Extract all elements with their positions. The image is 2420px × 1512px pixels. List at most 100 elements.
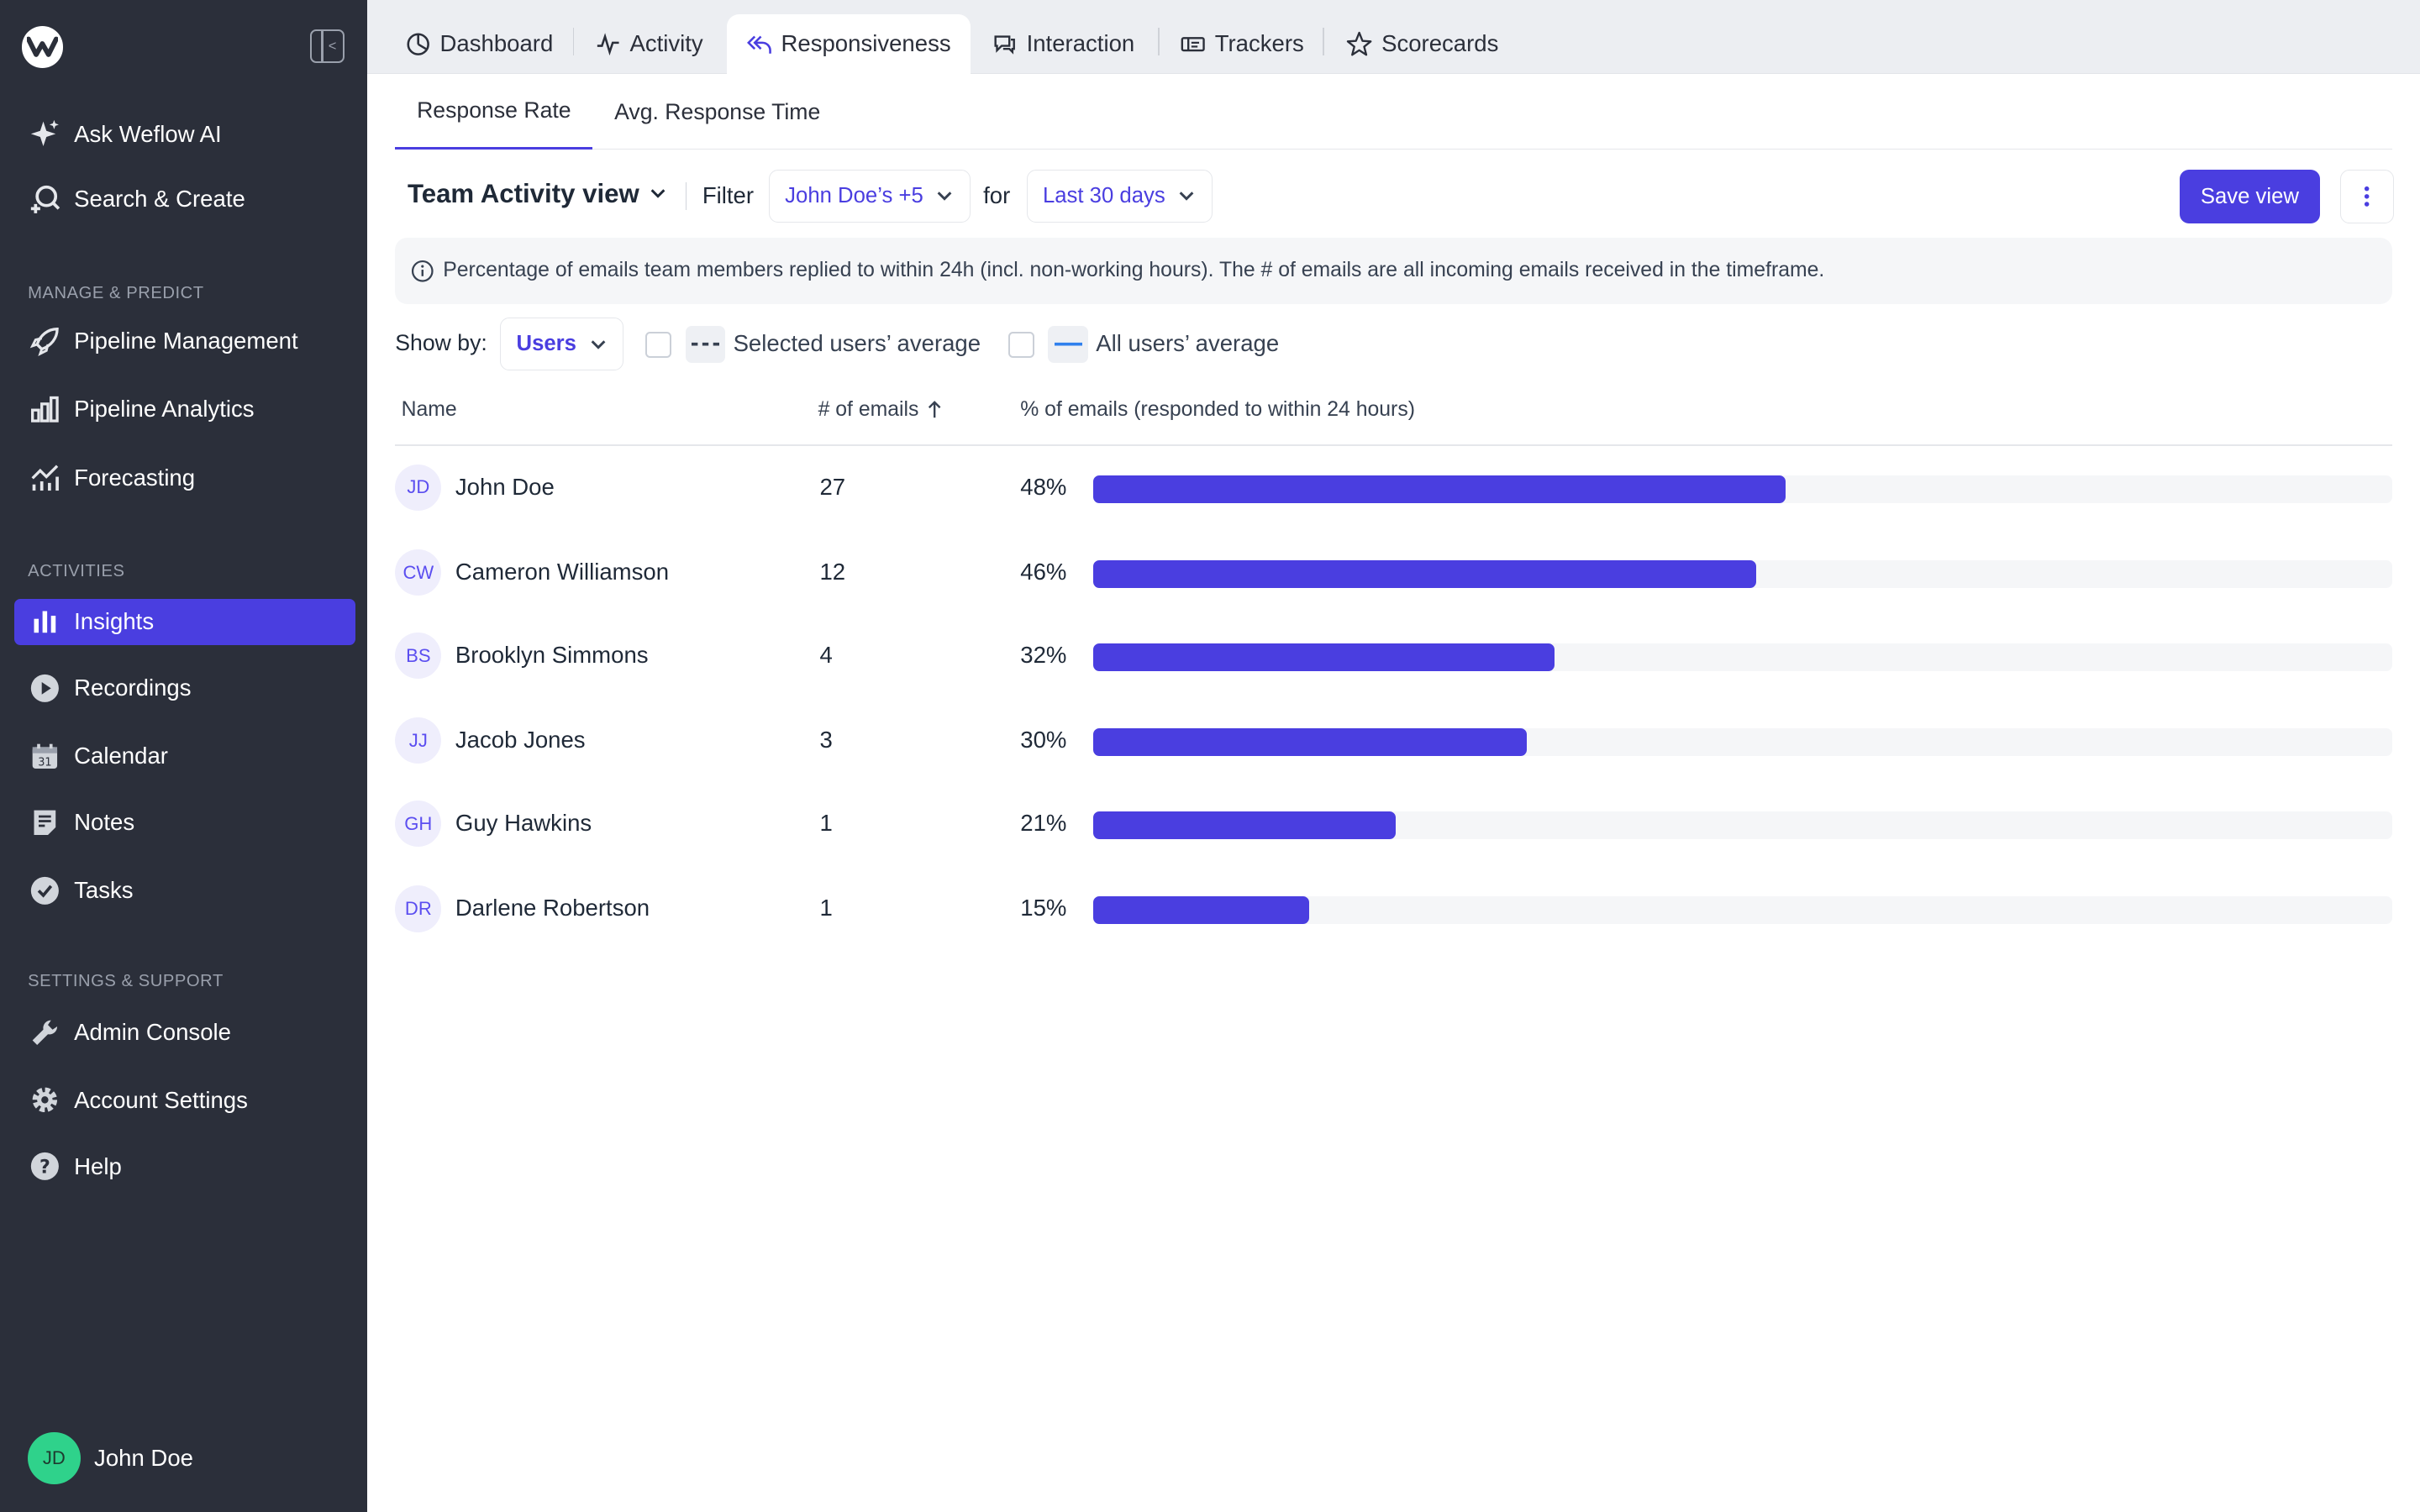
tab-divider [572, 28, 575, 56]
tab-dashboard[interactable]: Dashboard [386, 14, 573, 75]
sidebar-item-help[interactable]: ? Help [14, 1143, 355, 1189]
row-percent-label: 15% [1020, 895, 1067, 921]
tab-responsiveness[interactable]: Responsiveness [727, 13, 971, 75]
tab-divider [1323, 28, 1325, 56]
selected-average-checkbox[interactable] [644, 331, 672, 359]
chevron-down-icon [589, 335, 608, 354]
sidebar-item-pipeline-management[interactable]: Pipeline Management [14, 318, 355, 364]
check-circle-icon [28, 874, 61, 907]
subtab-avg-response-time[interactable]: Avg. Response Time [614, 74, 820, 150]
sidebar-item-label: Ask Weflow AI [74, 120, 222, 147]
user-name: John Doe [94, 1444, 193, 1471]
row-percent-label: 30% [1020, 727, 1067, 753]
for-label: for [983, 181, 1011, 208]
sparkle-icon [28, 118, 61, 151]
sidebar-item-label: Forecasting [74, 465, 196, 491]
sidebar-item-label: Tasks [74, 876, 134, 903]
sidebar-item-forecasting[interactable]: Forecasting [14, 455, 355, 501]
column-header-name[interactable]: Name [402, 398, 457, 422]
sidebar-item-label: Insights [74, 608, 155, 635]
weflow-logo[interactable] [21, 26, 64, 68]
svg-text:?: ? [39, 1158, 50, 1179]
bar-fill [1092, 475, 1786, 503]
bar-fill [1092, 896, 1309, 925]
all-average-label: All users’ average [1096, 330, 1280, 357]
sidebar-item-label: Admin Console [74, 1018, 231, 1045]
tab-label: Interaction [1026, 30, 1135, 57]
collapse-sidebar-icon[interactable]: < [310, 29, 345, 64]
gear-icon [28, 1084, 61, 1117]
row-name: Cameron Williamson [455, 558, 670, 585]
user-profile[interactable]: JD John Doe [28, 1431, 193, 1485]
tab-trackers[interactable]: Trackers [1160, 14, 1323, 75]
column-header-label: % of emails (responded to within 24 hour… [1020, 397, 1415, 421]
row-percent-label: 46% [1020, 558, 1067, 585]
info-icon [411, 260, 434, 283]
table-row[interactable]: GH Guy Hawkins 1 21% [395, 793, 2393, 854]
view-selector[interactable]: Team Activity view [408, 179, 667, 209]
sidebar-item-recordings[interactable]: Recordings [14, 665, 355, 711]
chevron-down-icon [649, 179, 667, 209]
bar-fill [1092, 728, 1527, 757]
period-value: Last 30 days [1042, 183, 1165, 207]
info-text: Percentage of emails team members replie… [443, 259, 1825, 282]
bar-fill [1092, 811, 1396, 840]
sidebar-item-label: Account Settings [74, 1086, 248, 1113]
subtab-response-rate[interactable]: Response Rate [395, 74, 593, 150]
top-tab-bar: Dashboard Activity Responsiveness Intera… [367, 0, 2420, 75]
chevron-down-icon [1177, 186, 1196, 205]
tab-interaction[interactable]: Interaction [972, 14, 1155, 75]
column-header-percent[interactable]: % of emails (responded to within 24 hour… [1020, 398, 1415, 422]
period-dropdown[interactable]: Last 30 days [1026, 170, 1213, 223]
subtab-bar: Response Rate Avg. Response Time [395, 74, 2393, 150]
show-by-value: Users [516, 332, 576, 356]
row-email-count: 3 [819, 727, 833, 753]
bar-track [1092, 811, 2393, 840]
tab-label: Scorecards [1381, 30, 1499, 57]
filter-users-dropdown[interactable]: John Doe’s +5 [768, 170, 971, 223]
save-view-button[interactable]: Save view [2179, 170, 2320, 224]
sidebar-item-admin-console[interactable]: Admin Console [14, 1009, 355, 1055]
avatar: JD [395, 464, 442, 512]
sidebar-item-notes[interactable]: Notes [14, 800, 355, 846]
activity-icon [596, 32, 620, 56]
sidebar: < Ask Weflow AI Search & Create MANAGE &… [0, 0, 368, 1512]
more-options-icon[interactable] [2339, 170, 2395, 224]
show-by-dropdown[interactable]: Users [500, 318, 624, 370]
sidebar-item-ask-ai[interactable]: Ask Weflow AI [14, 111, 355, 157]
all-average-checkbox[interactable] [1007, 331, 1034, 359]
bar-track [1092, 896, 2393, 925]
table-row[interactable]: JJ Jacob Jones 3 30% [395, 710, 2393, 771]
sidebar-item-tasks[interactable]: Tasks [14, 867, 355, 913]
chevron-down-icon [935, 186, 954, 205]
row-email-count: 4 [819, 642, 833, 669]
row-percent-label: 48% [1020, 473, 1067, 500]
tab-scorecards[interactable]: Scorecards [1326, 14, 1518, 75]
tab-activity[interactable]: Activity [576, 14, 723, 75]
tab-label: Activity [629, 30, 703, 57]
wrench-icon [28, 1016, 61, 1049]
sidebar-item-pipeline-analytics[interactable]: Pipeline Analytics [14, 386, 355, 432]
avatar: BS [395, 633, 442, 680]
bar-track [1092, 728, 2393, 757]
dashboard-icon [406, 32, 430, 56]
dashed-line-icon [685, 325, 726, 363]
star-icon [1346, 31, 1372, 57]
table-row[interactable]: DR Darlene Robertson 1 15% [395, 878, 2393, 939]
column-header-emails[interactable]: # of emails [818, 398, 942, 422]
sidebar-item-calendar[interactable]: 31 Calendar [14, 733, 355, 780]
sidebar-item-account-settings[interactable]: Account Settings [14, 1077, 355, 1123]
main-content: Dashboard Activity Responsiveness Intera… [367, 0, 2420, 1512]
sidebar-item-label: Help [74, 1152, 122, 1179]
row-percent-label: 21% [1020, 810, 1067, 837]
row-email-count: 1 [819, 810, 833, 837]
table-row[interactable]: CW Cameron Williamson 12 46% [395, 542, 2393, 603]
table-row[interactable]: JD John Doe 27 48% [395, 457, 2393, 518]
rocket-icon [28, 324, 61, 358]
sidebar-item-insights[interactable]: Insights [13, 598, 355, 645]
table-row[interactable]: BS Brooklyn Simmons 4 32% [395, 625, 2393, 686]
row-email-count: 1 [819, 895, 833, 921]
section-label-manage: MANAGE & PREDICT [28, 284, 204, 302]
filter-label: Filter [702, 181, 755, 208]
sidebar-item-search-create[interactable]: Search & Create [14, 176, 355, 222]
